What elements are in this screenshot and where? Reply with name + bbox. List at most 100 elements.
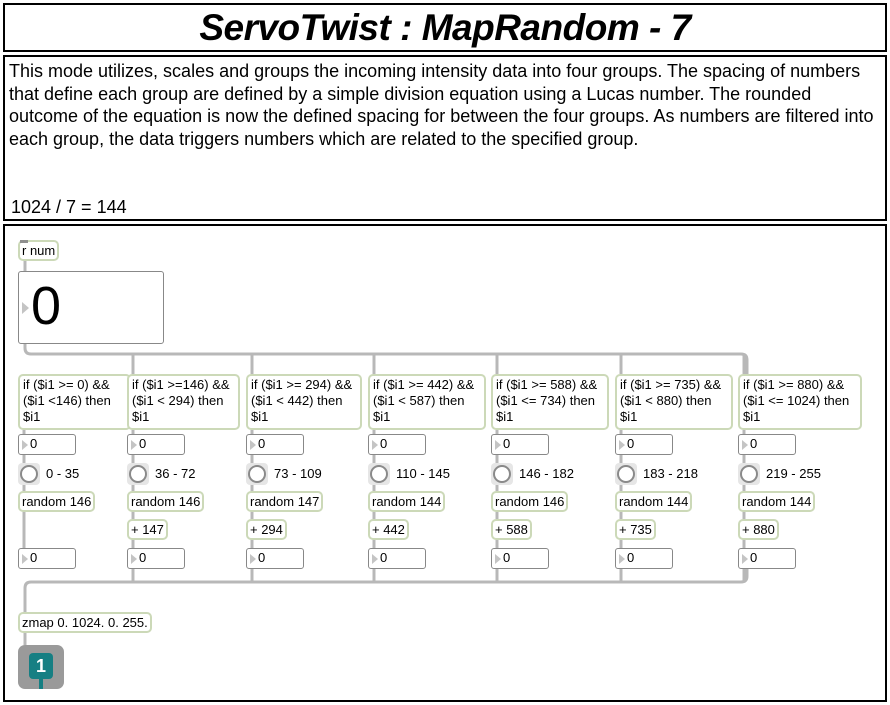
add-object[interactable]: + 147 <box>127 519 168 540</box>
number-value: 0 <box>380 550 388 565</box>
number-value: 0 <box>30 436 38 451</box>
if-expression-label: if ($i1 >= 294) && ($i1 < 442) then $i1 <box>251 377 353 424</box>
if-expression-label: if ($i1 >= 880) && ($i1 <= 1024) then $i… <box>743 377 850 424</box>
random-object[interactable]: random 144 <box>738 491 816 512</box>
number-box-in[interactable]: 0 <box>615 434 673 455</box>
bang-button[interactable] <box>368 463 390 485</box>
add-object[interactable]: + 442 <box>368 519 409 540</box>
number-box-out[interactable]: 0 <box>246 548 304 569</box>
number-value: 0 <box>30 550 38 565</box>
add-label: + 147 <box>131 522 164 537</box>
number-box-in[interactable]: 0 <box>491 434 549 455</box>
number-box-in[interactable]: 0 <box>368 434 426 455</box>
random-label: random 144 <box>619 494 689 509</box>
number-box-out[interactable]: 0 <box>18 548 76 569</box>
random-label: random 146 <box>131 494 201 509</box>
if-expression-label: if ($i1 >= 735) && ($i1 < 880) then $i1 <box>620 377 722 424</box>
random-label: random 144 <box>742 494 812 509</box>
number-value: 0 <box>258 436 266 451</box>
random-object[interactable]: random 147 <box>246 491 324 512</box>
number-triangle-icon <box>742 554 748 564</box>
if-expression-object[interactable]: if ($i1 >= 735) && ($i1 < 880) then $i1 <box>615 374 733 430</box>
number-triangle-icon <box>250 554 256 564</box>
number-triangle-icon <box>619 554 625 564</box>
patcher-canvas[interactable]: r num 0 zmap 0. 1024. 0. 255. 1 if ($i1 … <box>3 224 887 702</box>
bang-button[interactable] <box>18 463 40 485</box>
number-box-out[interactable]: 0 <box>615 548 673 569</box>
random-object[interactable]: random 146 <box>491 491 569 512</box>
number-value: 0 <box>750 550 758 565</box>
number-triangle-icon <box>742 440 748 450</box>
number-triangle-icon <box>22 440 28 450</box>
range-comment: 73 - 109 <box>274 466 322 481</box>
number-box-out[interactable]: 0 <box>368 548 426 569</box>
add-object[interactable]: + 588 <box>491 519 532 540</box>
bang-circle-icon <box>740 465 758 483</box>
range-comment: 219 - 255 <box>766 466 821 481</box>
range-comment: 146 - 182 <box>519 466 574 481</box>
random-label: random 147 <box>250 494 320 509</box>
if-expression-object[interactable]: if ($i1 >= 294) && ($i1 < 442) then $i1 <box>246 374 362 430</box>
random-object[interactable]: random 144 <box>615 491 693 512</box>
random-object[interactable]: random 144 <box>368 491 446 512</box>
number-triangle-icon <box>495 440 501 450</box>
page-title: ServoTwist : MapRandom - 7 <box>199 7 691 48</box>
number-box-out[interactable]: 0 <box>738 548 796 569</box>
number-triangle-icon <box>495 554 501 564</box>
number-triangle-icon <box>372 554 378 564</box>
output-toggle-value: 1 <box>29 653 53 679</box>
number-triangle-icon <box>22 554 28 564</box>
bang-circle-icon <box>617 465 635 483</box>
number-triangle-icon <box>372 440 378 450</box>
random-label: random 146 <box>22 494 92 509</box>
output-toggle-button[interactable]: 1 <box>18 645 64 689</box>
random-object[interactable]: random 146 <box>18 491 96 512</box>
bang-button[interactable] <box>127 463 149 485</box>
number-box-out[interactable]: 0 <box>491 548 549 569</box>
if-expression-object[interactable]: if ($i1 >=146) && ($i1 < 294) then $i1 <box>127 374 240 430</box>
description-text: This mode utilizes, scales and groups th… <box>9 61 874 149</box>
bang-button[interactable] <box>491 463 513 485</box>
number-value: 0 <box>380 436 388 451</box>
if-expression-label: if ($i1 >= 0) && ($i1 <146) then $i1 <box>23 377 111 424</box>
description-panel: This mode utilizes, scales and groups th… <box>3 55 887 221</box>
bang-button[interactable] <box>246 463 268 485</box>
title-panel: ServoTwist : MapRandom - 7 <box>3 3 887 52</box>
number-box-out[interactable]: 0 <box>127 548 185 569</box>
number-box-in[interactable]: 0 <box>127 434 185 455</box>
if-expression-object[interactable]: if ($i1 >= 880) && ($i1 <= 1024) then $i… <box>738 374 862 430</box>
bang-button[interactable] <box>615 463 637 485</box>
if-expression-object[interactable]: if ($i1 >= 442) && ($i1 < 587) then $i1 <box>368 374 486 430</box>
number-box-in[interactable]: 0 <box>246 434 304 455</box>
if-expression-label: if ($i1 >=146) && ($i1 < 294) then $i1 <box>132 377 230 424</box>
number-value: 0 <box>503 550 511 565</box>
receive-inlet <box>20 240 28 243</box>
toggle-stem <box>39 679 43 689</box>
bang-circle-icon <box>493 465 511 483</box>
add-object[interactable]: + 880 <box>738 519 779 540</box>
zmap-object[interactable]: zmap 0. 1024. 0. 255. <box>18 612 152 633</box>
if-expression-object[interactable]: if ($i1 >= 588) && ($i1 <= 734) then $i1 <box>491 374 609 430</box>
receive-object[interactable]: r num <box>18 240 60 261</box>
if-expression-label: if ($i1 >= 442) && ($i1 < 587) then $i1 <box>373 377 475 424</box>
random-object[interactable]: random 146 <box>127 491 205 512</box>
add-object[interactable]: + 294 <box>246 519 287 540</box>
number-triangle-icon <box>131 554 137 564</box>
range-comment: 110 - 145 <box>396 466 450 481</box>
add-label: + 880 <box>742 522 775 537</box>
big-number-box[interactable]: 0 <box>18 271 164 344</box>
number-box-in[interactable]: 0 <box>18 434 76 455</box>
add-label: + 588 <box>495 522 528 537</box>
add-object[interactable]: + 735 <box>615 519 656 540</box>
random-label: random 146 <box>495 494 565 509</box>
bang-button[interactable] <box>738 463 760 485</box>
add-label: + 442 <box>372 522 405 537</box>
if-expression-object[interactable]: if ($i1 >= 0) && ($i1 <146) then $i1 <box>18 374 131 430</box>
number-triangle-icon <box>22 302 29 314</box>
random-label: random 144 <box>372 494 442 509</box>
number-box-in[interactable]: 0 <box>738 434 796 455</box>
number-value: 0 <box>750 436 758 451</box>
number-value: 0 <box>503 436 511 451</box>
formula-text: 1024 / 7 = 144 <box>11 197 127 217</box>
big-number-value: 0 <box>31 276 62 336</box>
